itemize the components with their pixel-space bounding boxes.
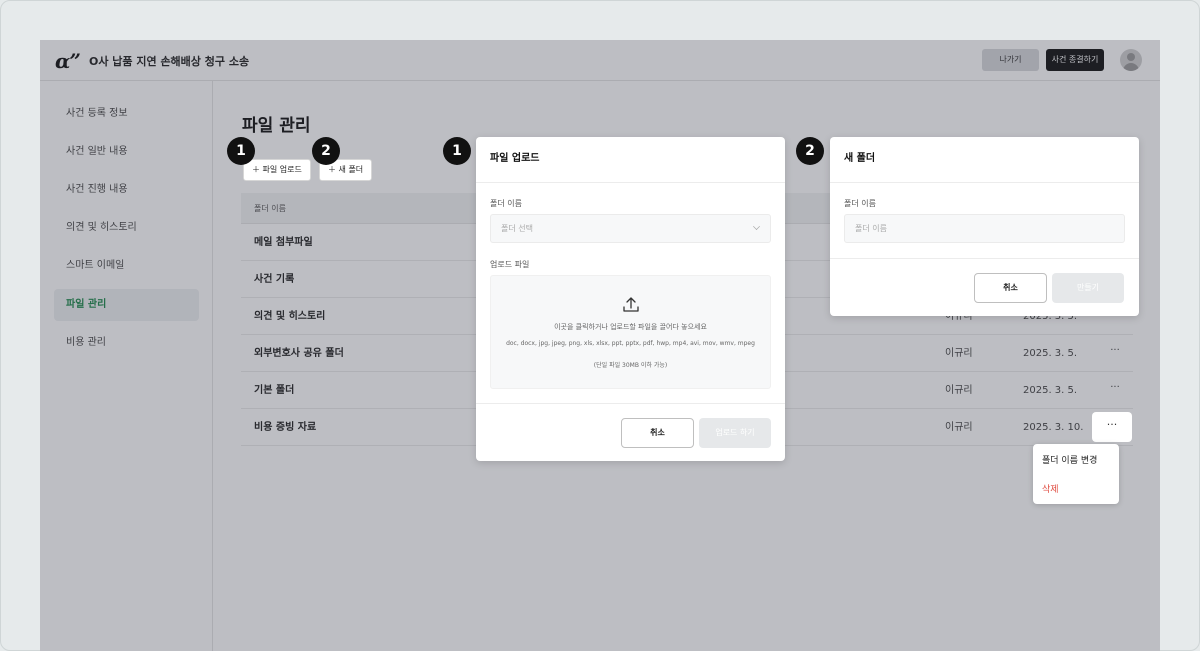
size-limit: (단일 파일 30MB 이하 가능) — [593, 362, 668, 369]
file-dropzone[interactable]: 이곳을 클릭하거나 업로드할 파일을 끌어다 놓으세요 doc, docx, j… — [490, 275, 771, 389]
create-folder-button[interactable]: 만들기 — [1052, 273, 1124, 303]
folder-select[interactable]: 폴더 선택 — [490, 214, 771, 243]
delete-folder-menu-item[interactable]: 삭제 — [1042, 482, 1059, 495]
modal-title: 파일 업로드 — [476, 137, 785, 183]
upload-file-button-highlight[interactable]: ＋ 파일 업로드 — [243, 159, 311, 181]
upload-submit-button[interactable]: 업로드 하기 — [699, 418, 771, 448]
cancel-button[interactable]: 취소 — [974, 273, 1047, 303]
dropzone-instruction: 이곳을 클릭하거나 업로드할 파일을 끌어다 놓으세요 — [554, 323, 707, 331]
step-badge-1: 1 — [227, 137, 255, 165]
modal-footer: 취소 업로드 하기 — [476, 403, 785, 461]
modal-title: 새 폴더 — [830, 137, 1139, 183]
folder-name-label: 폴더 이름 — [844, 199, 876, 208]
upload-file-label: 파일 업로드 — [262, 165, 302, 174]
folder-label: 폴더 이름 — [490, 199, 522, 208]
rename-folder-menu-item[interactable]: 폴더 이름 변경 — [1042, 453, 1097, 466]
more-icon-active[interactable]: ··· — [1092, 412, 1132, 442]
cancel-button[interactable]: 취소 — [621, 418, 694, 448]
step-badge-2: 2 — [796, 137, 824, 165]
plus-icon: ＋ — [252, 165, 263, 174]
plus-icon: ＋ — [328, 165, 339, 174]
step-badge-1: 1 — [443, 137, 471, 165]
folder-select-placeholder: 폴더 선택 — [501, 224, 533, 233]
folder-context-menu: 폴더 이름 변경 삭제 — [1033, 444, 1119, 504]
new-folder-label: 새 폴더 — [338, 165, 364, 174]
step-badge-2: 2 — [312, 137, 340, 165]
file-label: 업로드 파일 — [490, 260, 530, 269]
upload-modal: 파일 업로드 폴더 이름 폴더 선택 업로드 파일 이곳을 클릭하거나 업로드할… — [476, 137, 785, 461]
allowed-formats: doc, docx, jpg, jpeg, png, xls, xlsx, pp… — [506, 340, 755, 347]
modal-footer: 취소 만들기 — [830, 258, 1139, 316]
chevron-down-icon — [753, 223, 760, 230]
new-folder-modal: 새 폴더 폴더 이름 폴더 이름 취소 만들기 — [830, 137, 1139, 316]
upload-icon — [623, 297, 639, 312]
folder-name-input[interactable]: 폴더 이름 — [844, 214, 1125, 243]
